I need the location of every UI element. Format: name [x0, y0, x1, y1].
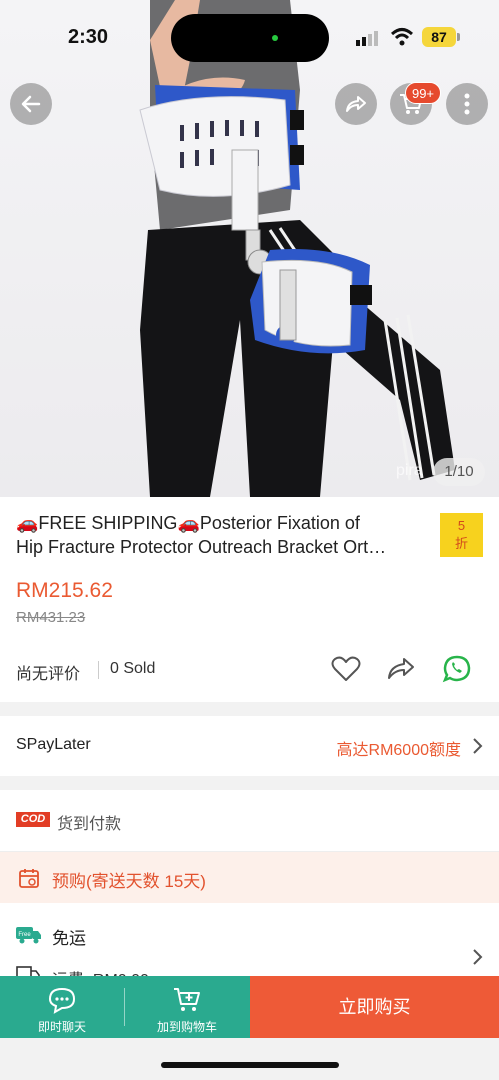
calendar-icon — [19, 869, 39, 888]
status-time: 2:30 — [68, 26, 109, 48]
cod-logo: COD — [16, 812, 50, 827]
share-icon — [346, 96, 366, 112]
home-indicator-area — [0, 1038, 499, 1080]
bottom-action-bar: 即时聊天 加到购物车 立即购买 — [0, 976, 499, 1038]
chevron-right-icon — [473, 738, 483, 754]
current-price: RM215.62 — [16, 579, 113, 602]
back-arrow-icon — [21, 95, 41, 113]
dynamic-island — [171, 14, 329, 62]
cod-label: 货到付款 — [57, 816, 122, 833]
shipping-row[interactable]: Free 免运 运费: RM0.00 — [0, 903, 499, 983]
product-photo — [139, 0, 455, 497]
battery-indicator: 87 — [422, 27, 456, 47]
share-outline-icon[interactable] — [386, 656, 416, 682]
sold-count: 0 Sold — [110, 660, 156, 677]
home-indicator[interactable] — [161, 1062, 339, 1068]
product-title: 🚗FREE SHIPPING🚗Posterior Fixation of Hip… — [16, 511, 436, 559]
buy-now-button[interactable]: 立即购买 — [250, 976, 499, 1038]
image-watermark: pira — [396, 462, 423, 479]
chat-button[interactable]: 即时聊天 — [0, 976, 124, 1038]
battery-tip — [457, 33, 460, 41]
chevron-right-icon — [473, 949, 483, 965]
original-price: RM431.23 — [16, 609, 86, 626]
spaylater-label: SPayLater — [16, 736, 91, 753]
review-status[interactable]: 尚无评价 — [16, 660, 80, 684]
chat-icon — [48, 987, 76, 1014]
cart-count-badge: 99+ — [405, 82, 441, 104]
spaylater-limit: 高达RM6000额度 — [336, 742, 461, 759]
whatsapp-icon[interactable] — [442, 654, 472, 684]
wifi-icon — [390, 28, 414, 46]
cod-row: COD 货到付款 — [0, 790, 499, 852]
free-badge-text: Free — [18, 932, 31, 938]
back-button[interactable] — [10, 83, 52, 125]
more-button[interactable] — [446, 83, 488, 125]
status-bar: 2:30 87 — [0, 0, 499, 70]
preorder-label: 预购(寄送天数 15天) — [52, 872, 206, 891]
add-to-cart-button[interactable]: 加到购物车 — [125, 976, 249, 1038]
image-counter: 1/10 — [433, 458, 485, 486]
signal-icon — [356, 31, 378, 46]
chat-label: 即时聊天 — [37, 1020, 86, 1034]
camera-indicator — [272, 35, 278, 41]
free-shipping-label: 免运 — [52, 929, 86, 948]
free-shipping-truck-icon: Free — [16, 927, 41, 944]
product-info-card: 🚗FREE SHIPPING🚗Posterior Fixation of Hip… — [0, 497, 499, 702]
cart-plus-icon — [174, 988, 200, 1011]
product-image-gallery[interactable]: 2:30 87 99+ pira 1/10 — [0, 0, 499, 497]
product-title-line-1: 🚗FREE SHIPPING🚗Posterior Fixation of — [16, 513, 360, 533]
preorder-banner: 预购(寄送天数 15天) — [0, 852, 499, 903]
spaylater-row[interactable]: SPayLater 高达RM6000额度 — [0, 716, 499, 776]
product-title-line-2: Hip Fracture Protector Outreach Bracket … — [16, 537, 387, 557]
heart-icon[interactable] — [331, 655, 361, 683]
divider — [98, 661, 99, 679]
secondary-actions: 即时聊天 加到购物车 — [0, 976, 250, 1038]
more-icon — [464, 93, 470, 115]
add-to-cart-label: 加到购物车 — [156, 1020, 217, 1034]
discount-unit: 折 — [454, 536, 468, 551]
discount-number: 5 — [457, 518, 466, 533]
discount-tag: 5 折 — [440, 513, 483, 557]
share-button[interactable] — [335, 83, 377, 125]
